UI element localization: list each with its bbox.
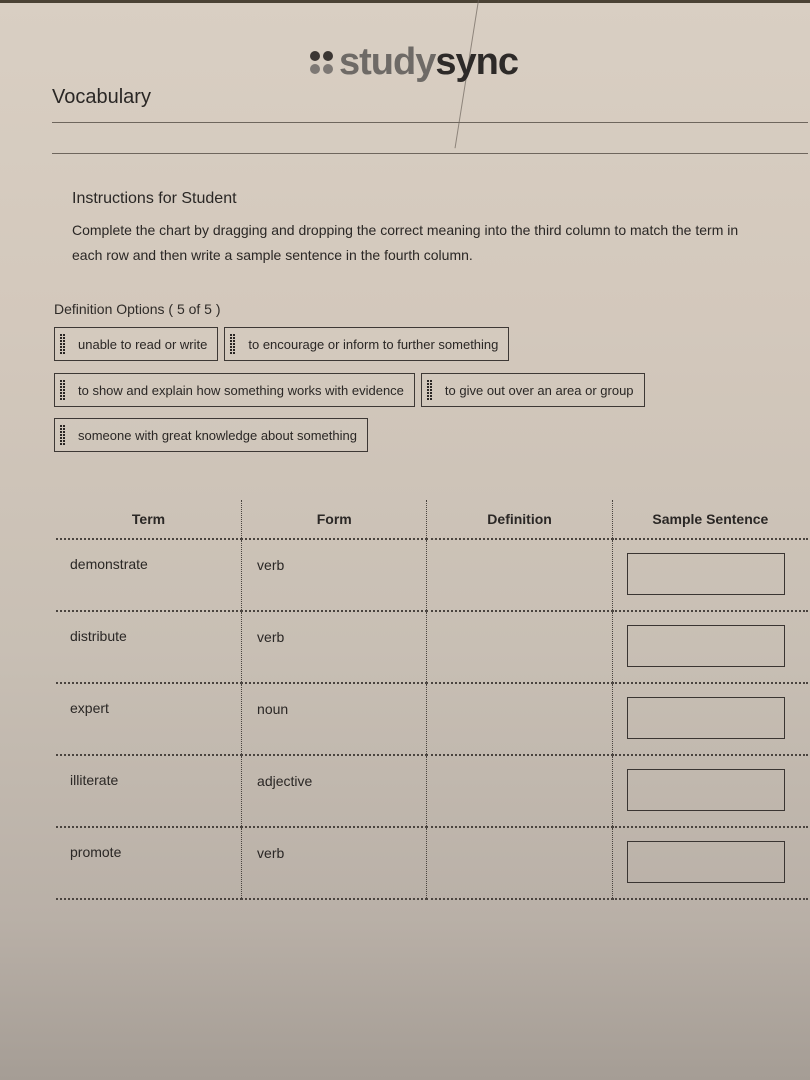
grip-dots-icon[interactable] [426,380,433,400]
sample-sentence-input[interactable] [626,841,785,883]
definition-option-chip[interactable]: to encourage or inform to further someth… [224,327,510,361]
form-cell: noun [241,683,427,755]
definition-drop-zone[interactable] [426,827,613,899]
form-text: verb [257,557,285,573]
table-row: distribute verb [56,611,808,683]
term-cell: expert [56,683,242,755]
definition-options-row: to show and explain how something works … [54,373,645,407]
definition-option-label: to encourage or inform to further someth… [248,336,499,352]
term-text: distribute [70,628,127,644]
definition-drop-target[interactable] [427,612,611,680]
definition-drop-zone[interactable] [426,611,613,683]
term-text: expert [70,700,109,716]
definition-option-chip[interactable]: to give out over an area or group [420,373,645,407]
form-text: noun [257,701,289,717]
logo-wordmark: studysync [339,41,519,83]
form-text: verb [257,629,285,645]
term-text: promote [70,844,122,860]
instructions-body: Complete the chart by dragging and dropp… [72,222,739,263]
definition-option-label: to show and explain how something works … [78,382,404,398]
table-row: promote verb [56,827,808,899]
sentence-cell [611,827,808,899]
grip-dots-icon[interactable] [230,334,236,354]
definition-drop-target[interactable] [427,684,611,752]
form-cell: verb [241,827,427,899]
divider [52,153,808,154]
table-row: illiterate adjective [56,755,808,827]
vocabulary-table: Term Form Definition Sample Sentence dem… [56,500,808,900]
sentence-cell [611,539,808,611]
sentence-cell [611,683,808,755]
instructions-title: Instructions for Student [72,190,237,207]
sentence-cell [611,611,808,683]
logo-text-study: study [339,41,436,83]
definition-drop-zone[interactable] [426,539,613,611]
term-text: demonstrate [70,556,148,572]
definition-option-chip[interactable]: to show and explain how something works … [54,373,415,407]
column-header-form: Form [241,500,427,539]
grip-dots-icon[interactable] [60,380,66,400]
form-cell: verb [241,539,427,611]
definition-options-row: someone with great knowledge about somet… [54,418,368,452]
definition-drop-zone[interactable] [426,683,613,755]
sample-sentence-input[interactable] [626,769,785,811]
studysync-logo: studysync [310,41,519,83]
four-dots-icon [310,50,333,74]
table-header-row: Term Form Definition Sample Sentence [56,500,808,539]
sample-sentence-input[interactable] [626,625,785,667]
definition-options-label: Definition Options ( 5 of 5 ) [54,301,221,317]
photo-top-edge [0,0,810,3]
instructions: Instructions for Student Complete the ch… [72,190,772,268]
term-text: illiterate [70,772,119,788]
definition-option-chip[interactable]: unable to read or write [54,327,219,361]
column-header-sample-sentence: Sample Sentence [611,500,808,539]
sample-sentence-input[interactable] [626,553,785,595]
definition-drop-target[interactable] [427,540,611,608]
column-header-term: Term [131,511,166,527]
table-row: expert noun [56,683,808,755]
term-cell: illiterate [56,755,242,827]
definition-options-row: unable to read or write to encourage or … [54,327,510,361]
form-cell: verb [241,611,427,683]
grip-dots-icon[interactable] [60,425,66,445]
definition-option-label: unable to read or write [78,336,208,352]
definition-option-label: someone with great knowledge about somet… [78,427,357,443]
page-title: Vocabulary [52,86,151,108]
term-cell: distribute [56,611,242,683]
grip-dots-icon[interactable] [60,334,66,354]
form-text: adjective [257,773,313,789]
sentence-cell [611,755,808,827]
sample-sentence-input[interactable] [626,697,785,739]
form-cell: adjective [241,755,427,827]
term-cell: promote [56,827,242,899]
definition-drop-target[interactable] [427,828,611,896]
logo-text-sync: sync [435,41,519,83]
form-text: verb [257,845,285,861]
definition-drop-target[interactable] [427,756,611,824]
definition-drop-zone[interactable] [426,755,613,827]
term-cell: demonstrate [56,539,242,611]
definition-option-label: to give out over an area or group [444,382,634,398]
definition-option-chip[interactable]: someone with great knowledge about somet… [54,418,368,452]
table-row: demonstrate verb [56,539,808,611]
column-header-definition: Definition [426,500,613,539]
divider [52,122,808,123]
